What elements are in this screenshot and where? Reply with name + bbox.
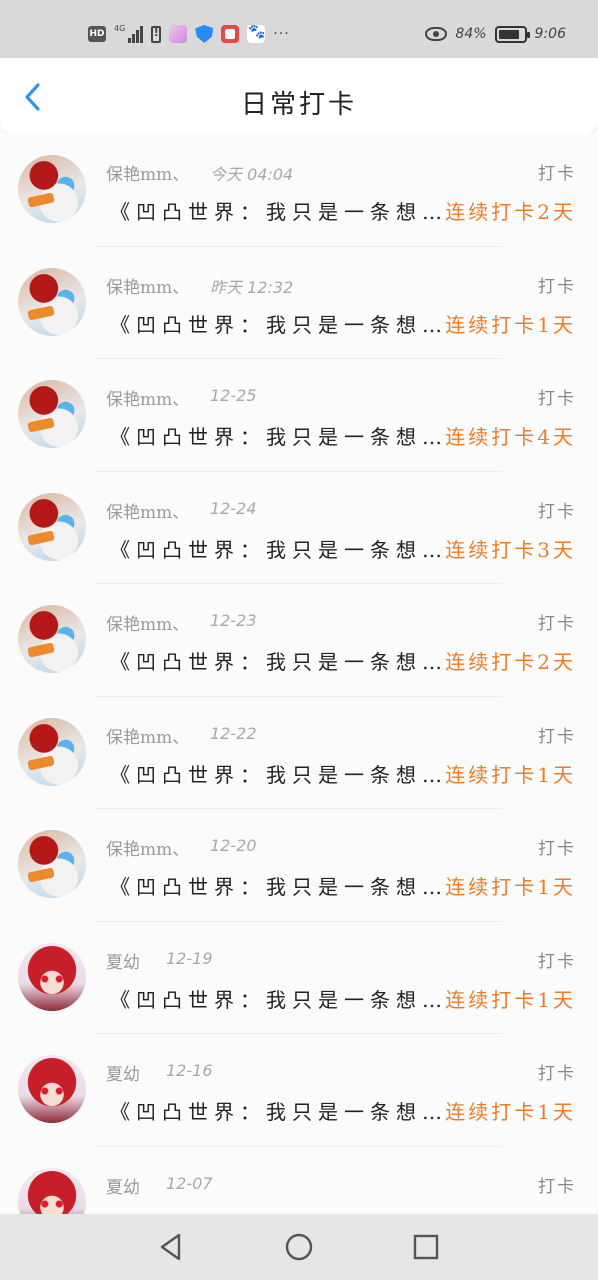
avatar[interactable] — [18, 717, 86, 786]
list-item[interactable]: 夏幼 12-16 打卡《凹凸世界：我只是一条想做咸鱼的咸鱼》连续打卡1天 — [0, 1034, 598, 1147]
book-title[interactable]: 《凹凸世界：我只是一条想做咸鱼的咸鱼》 — [110, 196, 444, 225]
checkin-tag: 打卡 — [538, 951, 576, 972]
streak-label: 连续打卡3天 — [445, 537, 576, 562]
streak-label: 连续打卡2天 — [445, 200, 576, 224]
streak-label: 连续打卡1天 — [445, 312, 576, 337]
list-item[interactable]: 保艳mm、 昨天 12:32 打卡《凹凸世界：我只是一条想做咸鱼的咸鱼》连续打卡1天 — [0, 247, 598, 359]
user-name[interactable]: 保艳mm、 — [106, 273, 189, 298]
battery-fill — [498, 29, 519, 39]
app-icon — [169, 25, 188, 43]
status-right: 84% 9:06 — [425, 22, 566, 46]
checkin-tag: 打卡 — [538, 726, 576, 747]
list-item[interactable]: 夏幼12-07打卡《凹凸世界：我只是一条想做咸鱼的咸鱼》连续打卡1天 — [0, 1147, 598, 1214]
streak-label: 连续打卡1天 — [445, 1100, 576, 1124]
book-title[interactable]: 《凹凸世界：我只是一条想做咸鱼的咸鱼》 — [110, 984, 444, 1013]
post-date: 昨天 12:32 — [210, 277, 294, 297]
user-name[interactable]: 保艳mm、 — [106, 498, 189, 523]
post-date: 12-07 — [166, 1173, 213, 1193]
list-item[interactable]: 保艳mm、 今天 04:04 打卡《凹凸世界：我只是一条想做咸鱼的咸鱼》连续打卡2天 — [0, 134, 598, 247]
streak-label: 连续打卡1天 — [445, 762, 576, 787]
book-title[interactable]: 《凹凸世界：我只是一条想做咸鱼的咸鱼》 — [110, 759, 444, 788]
eye-icon — [425, 27, 448, 41]
post-date: 12-25 — [210, 386, 257, 405]
nav-home-icon[interactable] — [284, 1232, 314, 1262]
avatar[interactable] — [18, 380, 86, 448]
streak-label: 连续打卡1天 — [445, 987, 576, 1012]
checkin-tag: 打卡 — [538, 164, 576, 184]
list-item[interactable]: 保艳mm、 12-25 打卡《凹凸世界：我只是一条想做咸鱼的咸鱼》连续打卡4天 — [0, 359, 598, 472]
avatar[interactable] — [18, 942, 86, 1011]
signal-icon: 4G — [114, 24, 144, 43]
user-name[interactable]: 夏幼 — [106, 1060, 140, 1085]
checkin-tag: 打卡 — [538, 276, 576, 297]
book-title[interactable]: 《凹凸世界：我只是一条想做咸鱼的咸鱼》 — [110, 421, 444, 450]
post-date: 12-22 — [210, 723, 257, 743]
battery-percent: 84% — [455, 26, 487, 42]
streak-label: 连续打卡1天 — [445, 875, 576, 899]
list-item[interactable]: 保艳mm、 12-23 打卡《凹凸世界：我只是一条想做咸鱼的咸鱼》连续打卡2天 — [0, 584, 598, 697]
shield-icon — [195, 25, 214, 43]
avatar[interactable] — [18, 267, 86, 336]
streak-label: 连续打卡2天 — [445, 650, 576, 674]
streak-label: 连续打卡4天 — [445, 425, 576, 449]
book-title[interactable]: 《凹凸世界：我只是一条想做咸鱼的咸鱼》 — [110, 871, 444, 900]
checkin-tag: 打卡 — [538, 1176, 576, 1197]
post-date: 12-19 — [166, 948, 213, 968]
nav-recent-icon[interactable] — [411, 1232, 441, 1262]
avatar[interactable] — [18, 155, 86, 223]
checkin-list[interactable]: 保艳mm、今天 04:04打卡《凹凸世界：我只是一条想做咸鱼的咸鱼》连续打卡2天… — [0, 134, 598, 1214]
checkin-tag: 打卡 — [538, 501, 576, 522]
list-item[interactable]: 保艳mm、 12-24 打卡《凹凸世界：我只是一条想做咸鱼的咸鱼》连续打卡3天 — [0, 472, 598, 584]
battery-alert-icon — [151, 25, 162, 43]
status-left: HD 4G ··· — [88, 22, 290, 46]
nav-back-icon[interactable] — [157, 1232, 187, 1262]
post-date: 12-20 — [210, 836, 257, 855]
avatar[interactable] — [18, 492, 86, 561]
checkin-tag: 打卡 — [538, 389, 576, 409]
list-item[interactable]: 夏幼 12-19 打卡《凹凸世界：我只是一条想做咸鱼的咸鱼》连续打卡1天 — [0, 922, 598, 1034]
avatar[interactable] — [18, 1055, 86, 1123]
user-name[interactable]: 保艳mm、 — [106, 160, 189, 185]
app-header: 日常打卡 — [0, 58, 598, 134]
book-title[interactable]: 《凹凸世界：我只是一条想做咸鱼的咸鱼》 — [110, 534, 444, 563]
user-name[interactable]: 夏幼 — [106, 1173, 140, 1198]
post-date: 12-24 — [210, 498, 257, 518]
user-name[interactable]: 保艳mm、 — [106, 723, 189, 748]
checkin-tag: 打卡 — [538, 614, 576, 634]
network-label: 4G — [114, 24, 126, 33]
user-name[interactable]: 夏幼 — [106, 948, 140, 973]
avatar[interactable] — [18, 1167, 86, 1214]
avatar[interactable] — [18, 605, 86, 673]
book-title[interactable]: 《凹凸世界：我只是一条想做咸鱼的咸鱼》 — [110, 1096, 444, 1125]
more-icon: ··· — [273, 26, 290, 42]
battery-icon — [494, 25, 530, 43]
list-item[interactable]: 保艳mm、 12-20 打卡《凹凸世界：我只是一条想做咸鱼的咸鱼》连续打卡1天 — [0, 809, 598, 922]
app-icon — [221, 25, 240, 43]
hd-icon: HD — [88, 26, 106, 42]
checkin-tag: 打卡 — [538, 1064, 576, 1084]
user-name[interactable]: 保艳mm、 — [106, 835, 189, 860]
avatar[interactable] — [18, 830, 86, 898]
book-title[interactable]: 《凹凸世界：我只是一条想做咸鱼的咸鱼》 — [110, 646, 444, 675]
book-title[interactable]: 《凹凸世界：我只是一条想做咸鱼的咸鱼》 — [110, 309, 444, 338]
user-name[interactable]: 保艳mm、 — [106, 385, 189, 410]
post-date: 12-23 — [210, 611, 257, 630]
baidu-icon — [247, 24, 266, 43]
status-bar: HD 4G ··· 84% 9:06 — [0, 0, 598, 58]
clock: 9:06 — [534, 26, 566, 42]
post-date: 12-16 — [166, 1061, 213, 1080]
navigation-bar — [0, 1214, 598, 1280]
page-title: 日常打卡 — [240, 90, 357, 120]
user-name[interactable]: 保艳mm、 — [106, 610, 189, 635]
checkin-tag: 打卡 — [538, 839, 576, 859]
post-date: 今天 04:04 — [210, 165, 294, 184]
list-item[interactable]: 保艳mm、 12-22 打卡《凹凸世界：我只是一条想做咸鱼的咸鱼》连续打卡1天 — [0, 697, 598, 809]
